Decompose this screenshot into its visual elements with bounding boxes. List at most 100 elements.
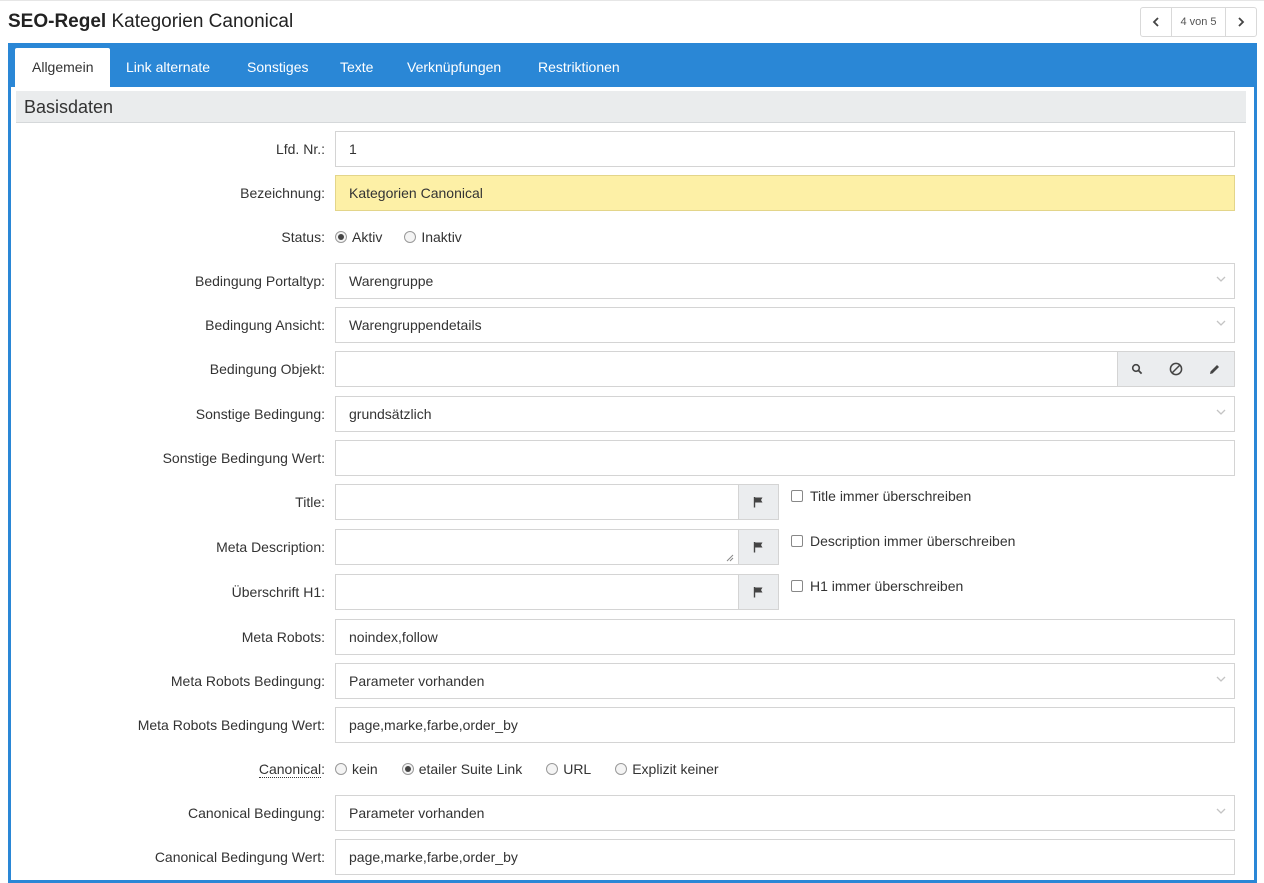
canonical-label-text: Canonical — [258, 761, 322, 778]
canonical-bedingung-wert-input[interactable]: page,marke,farbe,order_by — [335, 839, 1235, 875]
row-canonical-bedingung: Canonical Bedingung: Parameter vorhanden — [11, 795, 1251, 831]
row-meta-robots: Meta Robots: noindex,follow — [11, 619, 1251, 655]
label-meta-robots: Meta Robots: — [241, 629, 325, 645]
meta-description-textarea[interactable] — [335, 529, 779, 565]
status-radio-group: Aktiv Inaktiv — [335, 219, 486, 255]
canonical-option-kein[interactable]: kein — [335, 761, 378, 777]
search-icon — [1132, 363, 1143, 375]
canonical-bedingung-value: Parameter vorhanden — [349, 805, 485, 821]
meta-robots-bedingung-wert-input[interactable]: page,marke,farbe,order_by — [335, 707, 1235, 743]
pager-count: 4 von 5 — [1171, 8, 1226, 36]
tab-restriktionen[interactable]: Restriktionen — [521, 48, 637, 87]
checkbox-box[interactable] — [791, 535, 803, 547]
form-panel: Allgemein Link alternate Sonstiges Texte… — [8, 43, 1257, 883]
clear-button[interactable] — [1157, 352, 1196, 386]
pager-next-button[interactable] — [1226, 8, 1256, 36]
tab-sonstiges[interactable]: Sonstiges — [230, 48, 325, 87]
description-overwrite-checkbox[interactable]: Description immer überschreiben — [791, 533, 1015, 549]
label-sonstige-bedingung: Sonstige Bedingung: — [195, 406, 325, 422]
tab-link-alternate[interactable]: Link alternate — [109, 48, 227, 87]
meta-robots-bedingung-value: Parameter vorhanden — [349, 673, 485, 689]
row-sonstige-bedingung: Sonstige Bedingung: grundsätzlich — [11, 396, 1251, 432]
sonstige-bedingung-wert-input[interactable] — [335, 440, 1235, 476]
row-meta-description: Meta Description: Description immer über… — [11, 529, 1251, 565]
meta-description-language-button[interactable] — [738, 530, 778, 564]
row-canonical-bedingung-wert: Canonical Bedingung Wert: page,marke,far… — [11, 839, 1251, 875]
label-status: Status: — [281, 229, 325, 245]
pencil-icon — [1210, 364, 1220, 374]
sonstige-bedingung-select[interactable]: grundsätzlich — [335, 396, 1235, 432]
portaltyp-select[interactable]: Warengruppe — [335, 263, 1235, 299]
label-portaltyp: Bedingung Portaltyp: — [195, 273, 325, 289]
record-pager: 4 von 5 — [1140, 7, 1257, 37]
meta-robots-input[interactable]: noindex,follow — [335, 619, 1235, 655]
canonical-label-colon: : — [321, 761, 325, 777]
flag-icon — [753, 542, 763, 553]
row-bezeichnung: Bezeichnung: Kategorien Canonical — [11, 175, 1251, 211]
radio-unselected[interactable] — [546, 763, 559, 775]
objekt-input[interactable] — [335, 351, 1235, 387]
radio-unselected[interactable] — [335, 763, 347, 775]
canonical-option-etailer-suite-link[interactable]: etailer Suite Link — [401, 761, 522, 777]
label-canonical-bedingung-wert: Canonical Bedingung Wert: — [154, 849, 325, 865]
radio-selected[interactable] — [401, 763, 414, 775]
search-button[interactable] — [1118, 352, 1157, 386]
label-meta-robots-bedingung-wert: Meta Robots Bedingung Wert: — [137, 717, 325, 733]
row-h1: Überschrift H1: H1 immer überschreiben — [11, 574, 1251, 610]
h1-language-button[interactable] — [738, 575, 778, 609]
tab-verknuepfungen[interactable]: Verknüpfungen — [390, 48, 518, 87]
radio-unselected[interactable] — [404, 231, 417, 243]
canonical-bedingung-select[interactable]: Parameter vorhanden — [335, 795, 1235, 831]
radio-unselected[interactable] — [615, 763, 628, 775]
chevron-down-icon — [1216, 409, 1226, 415]
label-sonstige-bedingung-wert: Sonstige Bedingung Wert: — [162, 450, 325, 466]
canonical-radio-group: kein etailer Suite Link URL Explizit kei… — [335, 751, 743, 787]
meta-robots-bedingung-select[interactable]: Parameter vorhanden — [335, 663, 1235, 699]
tab-texte[interactable]: Texte — [323, 48, 390, 87]
label-ansicht: Bedingung Ansicht: — [205, 317, 325, 333]
chevron-down-icon — [1216, 276, 1226, 282]
label-lfd-nr: Lfd. Nr.: — [275, 141, 325, 157]
pager-prev-button[interactable] — [1141, 8, 1171, 36]
title-input[interactable] — [335, 484, 779, 520]
label-meta-robots-bedingung: Meta Robots Bedingung: — [170, 673, 325, 689]
chevron-right-icon — [1238, 17, 1245, 27]
canonical-option-url[interactable]: URL — [546, 761, 591, 777]
h1-overwrite-checkbox[interactable]: H1 immer überschreiben — [791, 578, 963, 594]
chevron-down-icon — [1216, 808, 1226, 814]
tab-bar: Allgemein Link alternate Sonstiges Texte… — [8, 43, 1257, 87]
flag-icon — [753, 587, 763, 598]
canonical-option-label: URL — [563, 761, 592, 777]
title-language-button[interactable] — [738, 485, 778, 519]
description-overwrite-label: Description immer überschreiben — [810, 533, 1016, 549]
label-canonical-bedingung: Canonical Bedingung: — [188, 805, 325, 821]
radio-selected[interactable] — [335, 231, 347, 243]
resize-handle-icon[interactable] — [726, 554, 734, 562]
tab-allgemein[interactable]: Allgemein — [15, 48, 111, 87]
row-ansicht: Bedingung Ansicht: Warengruppendetails — [11, 307, 1251, 343]
status-option-aktiv[interactable]: Aktiv — [335, 229, 382, 245]
canonical-option-explizit-keiner[interactable]: Explizit keiner — [615, 761, 719, 777]
chevron-left-icon — [1152, 17, 1159, 27]
page-title-name: Kategorien Canonical — [111, 11, 294, 32]
checkbox-box[interactable] — [791, 580, 803, 592]
bezeichnung-input[interactable]: Kategorien Canonical — [335, 175, 1235, 211]
ban-icon — [1169, 362, 1183, 376]
lfd-nr-input[interactable]: 1 — [335, 131, 1235, 167]
h1-input[interactable] — [335, 574, 779, 610]
ansicht-value: Warengruppendetails — [349, 317, 482, 333]
portaltyp-value: Warengruppe — [349, 273, 434, 289]
row-lfd-nr: Lfd. Nr.: 1 — [11, 131, 1251, 167]
label-objekt: Bedingung Objekt: — [209, 361, 325, 377]
ansicht-select[interactable]: Warengruppendetails — [335, 307, 1235, 343]
title-overwrite-checkbox[interactable]: Title immer überschreiben — [791, 488, 971, 504]
sonstige-bedingung-value: grundsätzlich — [349, 406, 432, 422]
edit-button[interactable] — [1195, 352, 1234, 386]
row-canonical: Canonical: kein etailer Suite Link URL E… — [11, 751, 1251, 787]
row-title: Title: Title immer überschreiben — [11, 484, 1251, 520]
canonical-option-label: kein — [352, 761, 378, 777]
status-option-inaktiv[interactable]: Inaktiv — [404, 229, 462, 245]
row-objekt: Bedingung Objekt: — [11, 351, 1251, 387]
row-status: Status: Aktiv Inaktiv — [11, 219, 1251, 255]
checkbox-box[interactable] — [791, 490, 803, 502]
